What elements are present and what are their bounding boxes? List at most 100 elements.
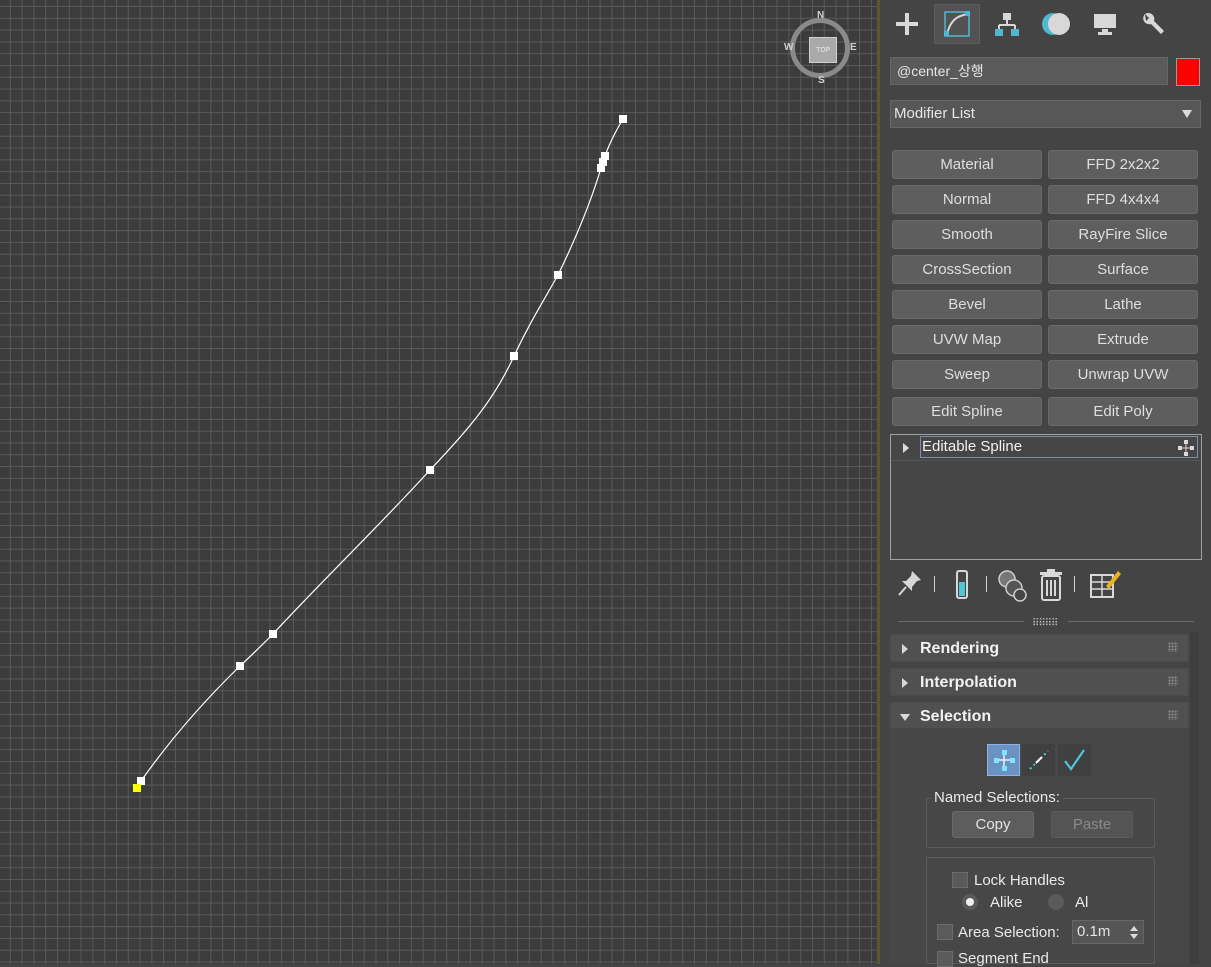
modifier-button-ffd-4x4x4[interactable]: FFD 4x4x4 bbox=[1048, 185, 1198, 214]
lock-handles-checkbox[interactable] bbox=[952, 872, 968, 888]
spinner-down-icon[interactable] bbox=[1130, 934, 1138, 939]
spline-first-vertex[interactable] bbox=[133, 784, 141, 792]
modifier-button-bevel[interactable]: Bevel bbox=[892, 290, 1042, 319]
command-panel-tabs bbox=[884, 4, 1206, 44]
paste-button[interactable]: Paste bbox=[1051, 811, 1133, 838]
spline-vertex[interactable] bbox=[619, 115, 627, 123]
top-viewport[interactable]: TOP N S E W bbox=[0, 0, 877, 964]
modifier-button-rayfire-slice[interactable]: RayFire Slice bbox=[1048, 220, 1198, 249]
all-radio[interactable] bbox=[1048, 894, 1064, 910]
viewcube-top-face[interactable]: TOP bbox=[809, 37, 837, 63]
panel-resize-grip[interactable]: ⠿⠿⠿⠿ bbox=[1032, 618, 1058, 629]
area-selection-label: Area Selection: bbox=[958, 924, 1060, 941]
modifier-list-dropdown[interactable]: Modifier List bbox=[890, 100, 1201, 128]
wrench-icon bbox=[1143, 12, 1164, 35]
expand-arrow-icon bbox=[902, 644, 908, 654]
spline-vertex[interactable] bbox=[601, 152, 609, 160]
rollout-selection[interactable]: Selection bbox=[890, 702, 1189, 730]
spline-vertex[interactable] bbox=[426, 466, 434, 474]
spline-vertex[interactable] bbox=[137, 777, 145, 785]
configure-modifier-sets-icon[interactable] bbox=[1088, 568, 1122, 602]
modifier-button-uvw-map[interactable]: UVW Map bbox=[892, 325, 1042, 354]
rollout-grip-icon[interactable] bbox=[1168, 676, 1178, 686]
object-name-field[interactable]: @center_상행 bbox=[890, 57, 1168, 85]
tab-utilities[interactable] bbox=[1130, 4, 1176, 44]
area-selection-value[interactable]: 0.1m bbox=[1077, 923, 1110, 940]
tab-motion[interactable] bbox=[1034, 4, 1080, 44]
spline-vertex[interactable] bbox=[236, 662, 244, 670]
motion-icon bbox=[1042, 13, 1070, 35]
segment-end-label: Segment End bbox=[958, 950, 1049, 967]
expand-arrow-icon[interactable] bbox=[903, 443, 909, 453]
expand-arrow-icon bbox=[902, 678, 908, 688]
modifier-button-unwrap-uvw[interactable]: Unwrap UVW bbox=[1048, 360, 1198, 389]
chevron-down-icon bbox=[1182, 110, 1192, 118]
compass-north: N bbox=[817, 10, 825, 21]
spline-mode-button[interactable] bbox=[1058, 744, 1091, 776]
trash-icon[interactable] bbox=[1036, 568, 1066, 602]
spline-vertex[interactable] bbox=[510, 352, 518, 360]
modifier-stack[interactable]: Editable Spline bbox=[890, 434, 1202, 560]
copy-button[interactable]: Copy bbox=[952, 811, 1034, 838]
modifier-button-extrude[interactable]: Extrude bbox=[1048, 325, 1198, 354]
viewcube[interactable]: TOP N S E W bbox=[784, 10, 858, 88]
modifier-list-label: Modifier List bbox=[894, 105, 975, 122]
collapse-arrow-icon bbox=[900, 714, 910, 721]
modify-curve-icon bbox=[944, 11, 970, 37]
segment-icon bbox=[1028, 750, 1049, 770]
modifier-button-edit-poly[interactable]: Edit Poly bbox=[1048, 397, 1198, 426]
modifier-button-crosssection[interactable]: CrossSection bbox=[892, 255, 1042, 284]
area-selection-checkbox[interactable] bbox=[937, 924, 953, 940]
modifier-button-surface[interactable]: Surface bbox=[1048, 255, 1198, 284]
panel-divider bbox=[1068, 621, 1194, 622]
area-selection-spinner[interactable]: 0.1m bbox=[1072, 920, 1144, 944]
alike-radio[interactable] bbox=[962, 894, 978, 910]
rollout-grip-icon[interactable] bbox=[1168, 642, 1178, 652]
plus-icon bbox=[896, 13, 918, 35]
spline-vertex[interactable] bbox=[269, 630, 277, 638]
toolbar-separator bbox=[1074, 576, 1075, 592]
rollout-grip-icon[interactable] bbox=[1168, 710, 1178, 720]
show-end-result-icon[interactable] bbox=[952, 568, 972, 602]
modifier-button-normal[interactable]: Normal bbox=[892, 185, 1042, 214]
stack-item-label[interactable]: Editable Spline bbox=[920, 436, 1198, 458]
hierarchy-icon bbox=[995, 13, 1019, 36]
rollout-rendering[interactable]: Rendering bbox=[890, 634, 1189, 662]
stack-item-editable-spline[interactable]: Editable Spline bbox=[891, 435, 1201, 461]
modifier-button-material[interactable]: Material bbox=[892, 150, 1042, 179]
modifier-button-ffd-2x2x2[interactable]: FFD 2x2x2 bbox=[1048, 150, 1198, 179]
make-unique-icon[interactable] bbox=[996, 568, 1030, 602]
modifier-button-smooth[interactable]: Smooth bbox=[892, 220, 1042, 249]
tab-hierarchy[interactable] bbox=[984, 4, 1030, 44]
all-label: Al bbox=[1075, 894, 1089, 911]
toolbar-separator bbox=[986, 576, 987, 592]
modifier-button-lathe[interactable]: Lathe bbox=[1048, 290, 1198, 319]
compass-east: E bbox=[850, 42, 857, 53]
command-panel: @center_상행 Modifier List Material FFD 2x… bbox=[880, 0, 1211, 967]
vertex-icon bbox=[993, 750, 1015, 771]
segment-end-checkbox[interactable] bbox=[937, 951, 953, 967]
panel-scrollbar[interactable] bbox=[1190, 632, 1199, 964]
compass-south: S bbox=[818, 75, 825, 86]
spline-canvas[interactable] bbox=[0, 0, 877, 964]
object-color-swatch[interactable] bbox=[1176, 58, 1200, 86]
tab-create[interactable] bbox=[884, 4, 930, 44]
stack-toolbar bbox=[894, 568, 1194, 604]
rollout-interpolation[interactable]: Interpolation bbox=[890, 668, 1189, 696]
spline-icon bbox=[1063, 749, 1085, 771]
rollout-title: Interpolation bbox=[920, 674, 1017, 691]
spline-vertex[interactable] bbox=[554, 271, 562, 279]
segment-mode-button[interactable] bbox=[1022, 744, 1055, 776]
panel-divider bbox=[898, 621, 1024, 622]
toolbar-separator bbox=[934, 576, 935, 592]
tab-display[interactable] bbox=[1082, 4, 1128, 44]
tab-modify[interactable] bbox=[934, 4, 980, 44]
compass-west: W bbox=[784, 42, 794, 53]
rollout-title: Selection bbox=[920, 708, 992, 725]
pin-stack-icon[interactable] bbox=[896, 568, 924, 600]
spline-curve[interactable] bbox=[140, 118, 624, 782]
spinner-up-icon[interactable] bbox=[1130, 926, 1138, 931]
vertex-mode-button[interactable] bbox=[987, 744, 1020, 776]
modifier-button-sweep[interactable]: Sweep bbox=[892, 360, 1042, 389]
modifier-button-edit-spline[interactable]: Edit Spline bbox=[892, 397, 1042, 426]
